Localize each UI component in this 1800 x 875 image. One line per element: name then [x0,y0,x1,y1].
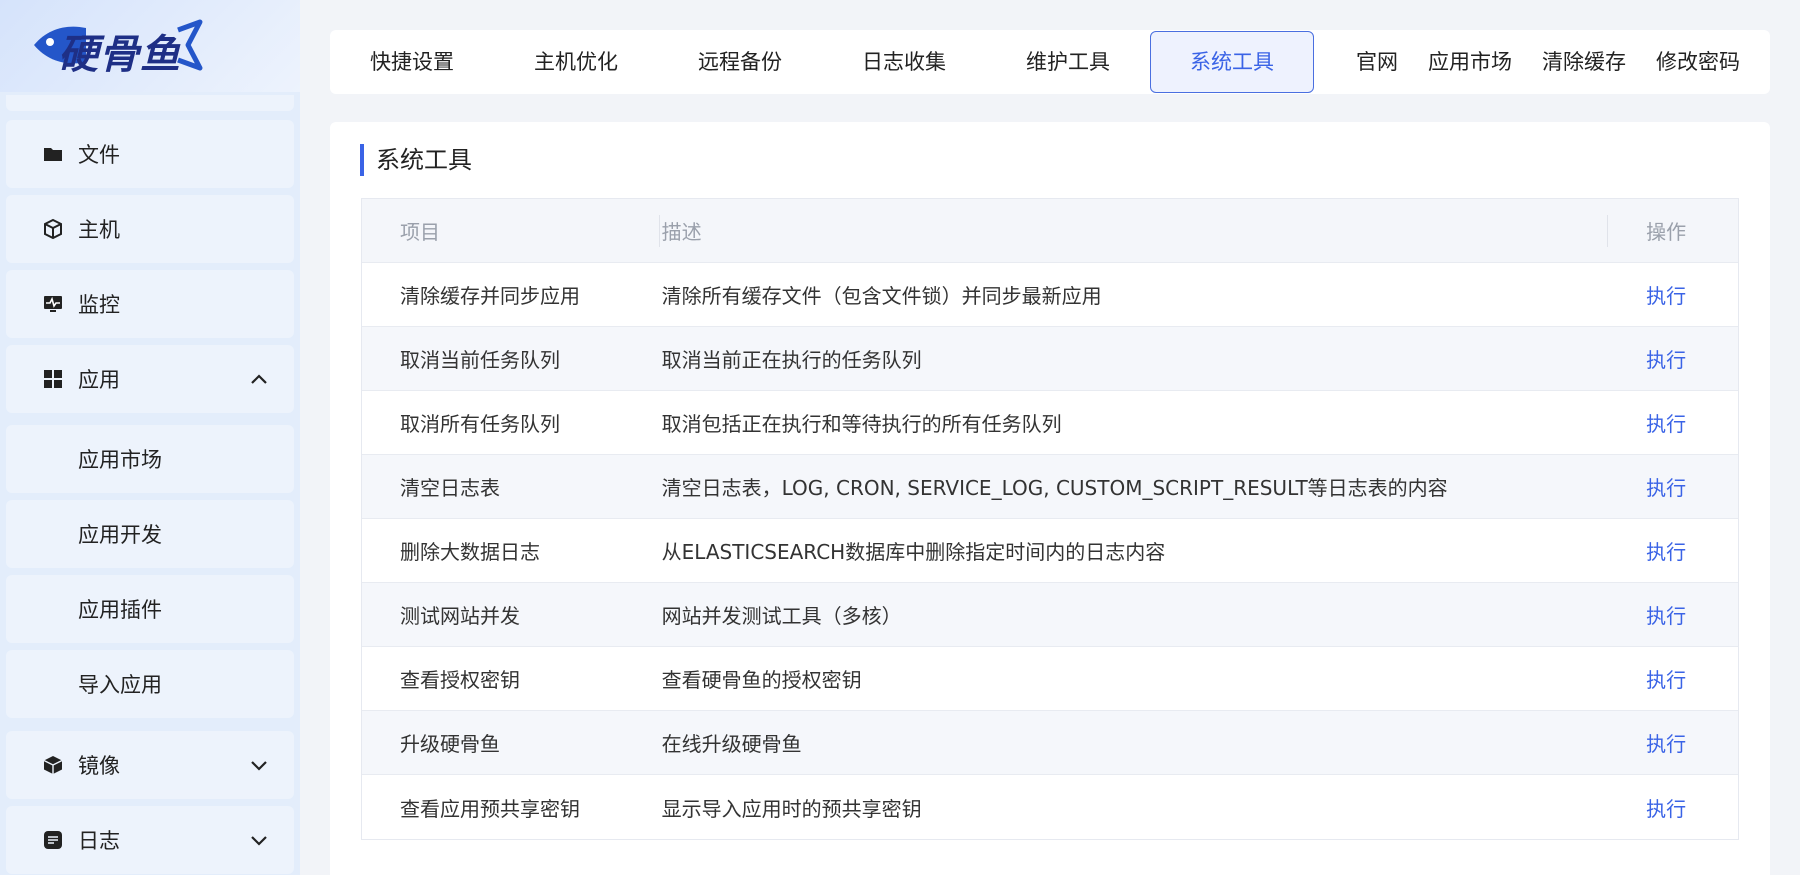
table-row: 查看应用预共享密钥 显示导入应用时的预共享密钥 执行 [362,775,1738,839]
table-row: 清空日志表 清空日志表，LOG, CRON, SERVICE_LOG, CUST… [362,455,1738,519]
row-desc: 在线升级硬骨鱼 [661,732,802,756]
page-title: 系统工具 [360,144,472,176]
row-item: 清空日志表 [400,476,500,500]
tab-quick-settings[interactable]: 快捷设置 [370,30,454,94]
log-icon [42,829,64,851]
top-nav: 快捷设置 主机优化 远程备份 日志收集 维护工具 系统工具 官网 应用市场 清除… [330,30,1770,94]
row-desc: 清空日志表，LOG, CRON, SERVICE_LOG, CUSTOM_SCR… [661,476,1448,500]
tab-maintenance-tools[interactable]: 维护工具 [1026,30,1110,94]
sidebar-item-label: 应用插件 [78,598,162,622]
sidebar: 硬骨鱼 文件 主机 监控 应用 应用市场 应用开发 应用插件 导入应用 镜像 日… [0,0,300,875]
sidebar-item-files[interactable]: 文件 [6,120,294,188]
chevron-down-icon[interactable] [248,829,270,851]
tools-table: 项目 描述 操作 清除缓存并同步应用 清除所有缓存文件（包含文件锁）并同步最新应… [361,198,1739,840]
row-item: 取消所有任务队列 [400,412,560,436]
row-item: 删除大数据日志 [400,540,540,564]
table-row: 查看授权密钥 查看硬骨鱼的授权密钥 执行 [362,647,1738,711]
link-app-market[interactable]: 应用市场 [1428,30,1512,94]
sidebar-subitem-app-dev[interactable]: 应用开发 [6,500,294,568]
sidebar-item-label: 镜像 [78,754,120,778]
table-row: 升级硬骨鱼 在线升级硬骨鱼 执行 [362,711,1738,775]
sidebar-item-label: 应用市场 [78,448,162,472]
execute-button[interactable]: 执行 [1646,600,1686,629]
row-item: 升级硬骨鱼 [400,732,500,756]
logo-area: 硬骨鱼 [0,0,300,92]
execute-button[interactable]: 执行 [1646,793,1686,822]
sidebar-item-label: 主机 [78,218,120,242]
sidebar-item-label: 监控 [78,293,120,317]
chevron-up-icon[interactable] [248,368,270,390]
header-action: 操作 [1646,220,1687,244]
table-row: 测试网站并发 网站并发测试工具（多核） 执行 [362,583,1738,647]
link-clear-cache[interactable]: 清除缓存 [1542,30,1626,94]
system-tools-card: 系统工具 项目 描述 操作 清除缓存并同步应用 清除所有缓存文件（包含文件锁）并… [330,122,1770,875]
execute-button[interactable]: 执行 [1646,472,1686,501]
sidebar-item-label: 应用开发 [78,523,162,547]
sidebar-subitem-app-market[interactable]: 应用市场 [6,425,294,493]
execute-button[interactable]: 执行 [1646,664,1686,693]
folder-icon [42,143,64,165]
execute-button[interactable]: 执行 [1646,536,1686,565]
sidebar-item-images[interactable]: 镜像 [6,731,294,799]
table-row: 取消所有任务队列 取消包括正在执行和等待执行的所有任务队列 执行 [362,391,1738,455]
header-item: 项目 [362,199,660,262]
link-change-password[interactable]: 修改密码 [1656,30,1740,94]
box-icon [42,754,64,776]
execute-button[interactable]: 执行 [1646,344,1686,373]
sidebar-item-monitor[interactable]: 监控 [6,270,294,338]
header-desc: 描述 [660,199,1609,262]
row-item: 查看应用预共享密钥 [400,796,580,821]
link-official-site[interactable]: 官网 [1356,30,1398,94]
logo-text: 硬骨鱼 [58,31,181,78]
chevron-down-icon[interactable] [248,754,270,776]
table-row: 清除缓存并同步应用 清除所有缓存文件（包含文件锁）并同步最新应用 执行 [362,263,1738,327]
execute-button[interactable]: 执行 [1646,280,1686,309]
row-item: 测试网站并发 [400,604,520,628]
sidebar-item-hosts[interactable]: 主机 [6,195,294,263]
execute-button[interactable]: 执行 [1646,728,1686,757]
table-header: 项目 描述 操作 [362,199,1738,263]
row-desc: 显示导入应用时的预共享密钥 [661,796,922,821]
row-item: 取消当前任务队列 [400,348,560,372]
sidebar-stub [6,95,294,111]
sidebar-item-apps[interactable]: 应用 [6,345,294,413]
sidebar-subitem-app-plugins[interactable]: 应用插件 [6,575,294,643]
sidebar-item-logs[interactable]: 日志 [6,806,294,874]
row-desc: 清除所有缓存文件（包含文件锁）并同步最新应用 [661,284,1102,308]
sidebar-item-label: 导入应用 [78,673,162,697]
row-item: 查看授权密钥 [400,668,520,692]
row-desc: 从ELASTICSEARCH数据库中删除指定时间内的日志内容 [661,540,1166,564]
row-desc: 取消当前正在执行的任务队列 [661,348,922,372]
tab-host-optimize[interactable]: 主机优化 [534,30,618,94]
sidebar-subitem-import-app[interactable]: 导入应用 [6,650,294,718]
tab-remote-backup[interactable]: 远程备份 [698,30,782,94]
sidebar-item-label: 日志 [78,829,120,853]
row-desc: 网站并发测试工具（多核） [661,604,902,628]
row-item: 清除缓存并同步应用 [400,284,580,308]
row-desc: 查看硬骨鱼的授权密钥 [661,668,862,692]
monitor-icon [42,293,64,315]
execute-button[interactable]: 执行 [1646,408,1686,437]
sidebar-item-label: 应用 [78,368,120,392]
cube-icon [42,218,64,240]
grid-icon [42,368,64,390]
table-row: 删除大数据日志 从ELASTICSEARCH数据库中删除指定时间内的日志内容 执… [362,519,1738,583]
table-row: 取消当前任务队列 取消当前正在执行的任务队列 执行 [362,327,1738,391]
row-desc: 取消包括正在执行和等待执行的所有任务队列 [661,412,1062,436]
sidebar-item-label: 文件 [78,143,120,167]
tab-log-collect[interactable]: 日志收集 [862,30,946,94]
tab-system-tools[interactable]: 系统工具 [1150,31,1314,93]
